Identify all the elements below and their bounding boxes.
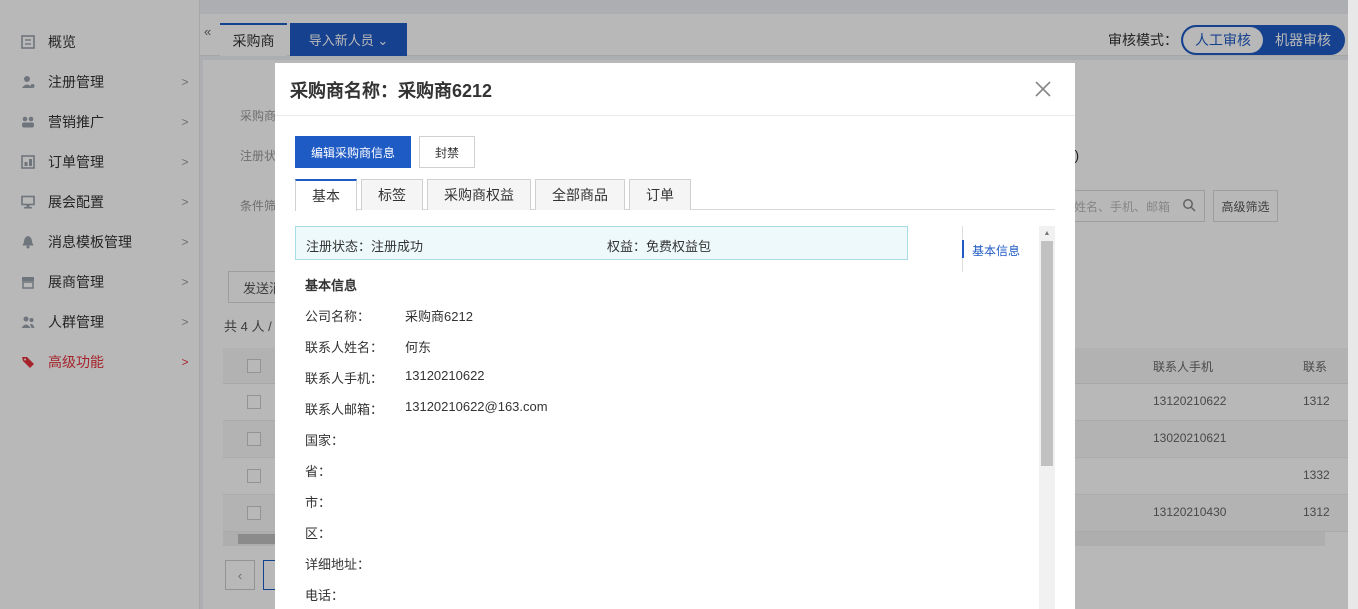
anchor-nav: 基本信息 [962, 226, 1032, 272]
field-label: 区： [305, 526, 332, 541]
field-value: 何东 [405, 340, 432, 355]
field-value: 采购商6212 [405, 309, 473, 324]
scrollbar-thumb[interactable] [1041, 241, 1053, 466]
field-label: 联系人姓名： [305, 340, 384, 355]
field-label: 国家： [305, 433, 345, 448]
field-label: 市： [305, 495, 332, 510]
field-label: 联系人手机： [305, 371, 384, 386]
field-label: 电话： [305, 588, 345, 603]
field-value: 13120210622 [405, 368, 485, 383]
close-icon[interactable] [1033, 79, 1053, 99]
purchaser-detail-modal: 采购商名称：采购商6212 编辑采购商信息 封禁 基本 标签 采购商权益 全部商… [275, 63, 1075, 609]
edit-purchaser-button[interactable]: 编辑采购商信息 [295, 136, 411, 168]
modal-header: 采购商名称：采购商6212 [275, 63, 1075, 116]
field-label: 详细地址： [305, 557, 371, 572]
field-value: 13120210622@163.com [405, 399, 548, 414]
tab-all-products[interactable]: 全部商品 [535, 179, 625, 210]
field-label: 联系人邮箱： [305, 402, 384, 417]
scroll-up-icon[interactable]: ▲ [1039, 226, 1055, 240]
page-scrollbar[interactable] [1348, 0, 1358, 609]
status-bar: 注册状态：注册成功 权益：免费权益包 [295, 226, 908, 260]
rights-status: 权益：免费权益包 [607, 239, 712, 254]
tab-orders[interactable]: 订单 [629, 179, 691, 210]
tab-purchaser-rights[interactable]: 采购商权益 [427, 179, 531, 210]
registration-status: 注册状态：注册成功 [306, 239, 424, 254]
anchor-active-marker [962, 240, 964, 258]
field-label: 省： [305, 464, 332, 479]
modal-vertical-scrollbar[interactable]: ▲ [1039, 226, 1055, 609]
anchor-link-basic-info[interactable]: 基本信息 [972, 242, 1020, 259]
tab-tags[interactable]: 标签 [361, 179, 423, 210]
section-title: 基本信息 [305, 278, 358, 293]
modal-title: 采购商名称：采购商6212 [290, 81, 493, 101]
ban-button[interactable]: 封禁 [419, 136, 475, 168]
field-label: 公司名称： [305, 309, 371, 324]
tab-basic[interactable]: 基本 [295, 179, 357, 211]
